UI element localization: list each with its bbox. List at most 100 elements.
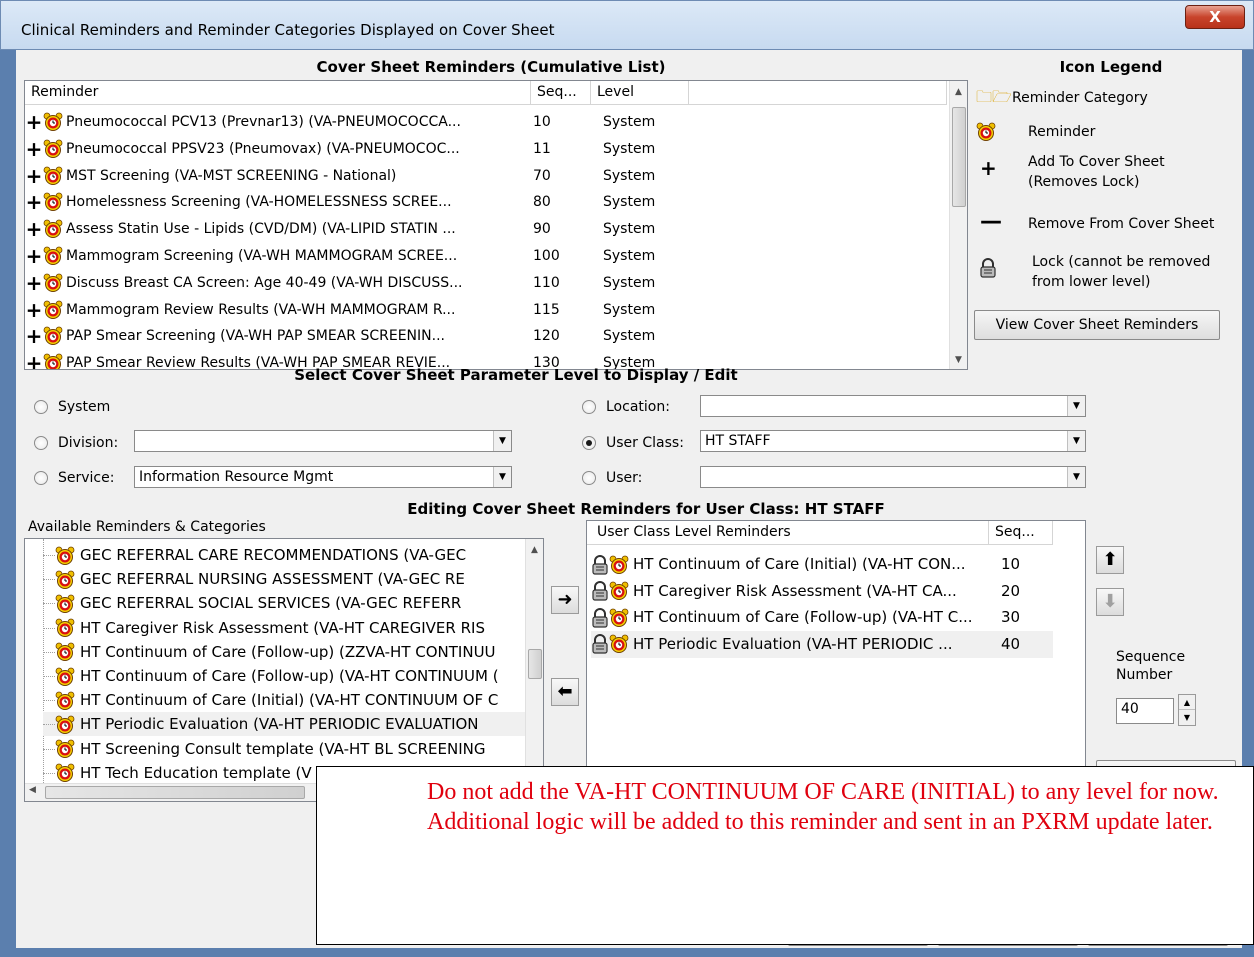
available-tree[interactable]: GEC REFERRAL CARE RECOMMENDATIONS (VA-GE… [24,538,544,802]
available-item-label: HT Continuum of Care (Follow-up) (ZZVA-H… [80,642,496,661]
alarm-clock-icon [43,139,63,159]
table-row[interactable]: + Pneumococcal PPSV23 (Pneumovax) (VA-PNE… [25,136,945,163]
arrow-down-icon[interactable]: ⬇ [1096,588,1124,616]
tree-connector [43,627,55,629]
lock-icon [591,634,609,654]
alarm-clock-icon [55,691,75,711]
label-user-class: User Class: [606,435,684,451]
tree-item[interactable]: GEC REFERRAL SOCIAL SERVICES (VA-GEC REF… [43,591,525,615]
tree-item[interactable]: HT Continuum of Care (Follow-up) (ZZVA-H… [43,640,525,664]
user-class-row[interactable]: HT Periodic Evaluation (VA-HT PERIODIC .… [591,630,1053,658]
tree-item[interactable]: GEC REFERRAL CARE RECOMMENDATIONS (VA-GE… [43,543,525,567]
tree-item[interactable]: GEC REFERRAL NURSING ASSESSMENT (VA-GEC … [43,567,525,591]
tree-connector [43,700,55,702]
reminder-seq: 115 [533,301,560,318]
tree-item[interactable]: HT Continuum of Care (Initial) (VA-HT CO… [43,688,525,712]
scroll-thumb[interactable] [952,107,966,207]
alarm-clock-icon [55,570,75,590]
table-row[interactable]: + Assess Statin Use - Lipids (CVD/DM) (VA… [25,216,945,243]
available-item-label: GEC REFERRAL SOCIAL SERVICES (VA-GEC REF… [80,594,462,613]
table-row[interactable]: + Homelessness Screening (VA-HOMELESSNESS… [25,189,945,216]
user-combo[interactable]: ▼ [700,466,1086,488]
tree-item[interactable]: HT Screening Consult template (VA-HT BL … [43,737,525,761]
scroll-thumb[interactable] [528,649,542,679]
cumulative-scrollbar[interactable]: ▲ ▼ [949,81,967,369]
reminder-name: Assess Statin Use - Lipids (CVD/DM) (VA-… [66,221,456,238]
plus-icon: + [25,110,43,134]
reminder-name: Mammogram Screening (VA-WH MAMMOGRAM SCR… [66,248,458,264]
alarm-clock-icon [55,763,75,783]
alarm-clock-icon [609,555,629,575]
plus-icon: + [25,163,43,188]
division-combo[interactable]: ▼ [134,430,512,452]
column-header-uc-seq[interactable]: Seq... [989,521,1053,545]
scroll-up-icon[interactable]: ▲ [950,83,967,101]
column-header-seq[interactable]: Seq... [531,81,591,105]
column-header-uc-name[interactable]: User Class Level Reminders [587,521,989,545]
table-row[interactable]: + Mammogram Review Results (VA-WH MAMMOGR… [25,297,945,324]
reminder-seq: 80 [533,194,551,211]
tree-item[interactable]: HT Continuum of Care (Follow-up) (VA-HT … [43,664,525,688]
reminder-name: Pneumococcal PPSV23 (Pneumovax) (VA-PNEU… [66,140,460,157]
scroll-left-icon[interactable]: ◀ [29,785,36,795]
view-cover-sheet-reminders-button[interactable]: View Cover Sheet Reminders [974,310,1220,340]
arrow-up-icon[interactable]: ⬆ [1096,546,1124,574]
user-class-row[interactable]: HT Continuum of Care (Initial) (VA-HT CO… [591,551,1053,578]
dialog-window: Clinical Reminders and Reminder Categori… [0,0,1254,957]
user-class-row[interactable]: HT Continuum of Care (Follow-up) (VA-HT … [591,604,1053,631]
scroll-up-icon[interactable]: ▲ [526,541,543,559]
alarm-clock-icon [55,739,75,759]
uc-reminder-seq: 20 [1001,581,1021,600]
radio-division[interactable] [34,436,48,450]
tree-connector [43,724,55,726]
table-row[interactable]: + Pneumococcal PCV13 (Prevnar13) (VA-PNEU… [25,109,945,136]
location-combo[interactable]: ▼ [700,395,1086,417]
alarm-clock-icon [43,112,63,132]
label-service: Service: [58,470,115,486]
reminder-level: System [603,114,656,130]
cumulative-title: Cover Sheet Reminders (Cumulative List) [316,58,666,76]
radio-system[interactable] [34,400,48,414]
radio-location[interactable] [582,400,596,414]
table-row[interactable]: + MST Screening (VA-MST SCREENING - Natio… [25,163,945,190]
chevron-down-icon[interactable]: ▼ [1067,396,1085,416]
user-class-row[interactable]: HT Caregiver Risk Assessment (VA-HT CA..… [591,578,1053,605]
available-item-label: HT Continuum of Care (Follow-up) (VA-HT … [80,667,499,685]
lock-icon [591,581,609,601]
table-row[interactable]: + Discuss Breast CA Screen: Age 40-49 (VA… [25,270,945,297]
alarm-clock-icon [43,192,63,212]
arrow-right-icon[interactable]: ➜ [551,586,579,614]
sequence-spinner[interactable]: ▲ ▼ [1178,694,1196,726]
available-scrollbar[interactable]: ▲ [525,539,543,783]
cumulative-list[interactable]: Reminder Seq... Level + Pneumococcal PCV1… [24,80,968,370]
close-button[interactable]: X [1185,5,1245,29]
radio-user[interactable] [582,471,596,485]
user-class-combo[interactable]: HT STAFF ▼ [700,430,1086,452]
sequence-number-field[interactable]: 40 [1116,698,1174,724]
reminder-level: System [603,328,656,345]
table-row[interactable]: + Mammogram Screening (VA-WH MAMMOGRAM SC… [25,243,945,270]
chevron-down-icon[interactable]: ▼ [493,431,511,451]
radio-service[interactable] [34,471,48,485]
tree-item[interactable]: HT Periodic Evaluation (VA-HT PERIODIC E… [43,712,525,737]
spin-down-icon[interactable]: ▼ [1179,710,1195,725]
tree-connector [43,579,55,581]
window-title: Clinical Reminders and Reminder Categori… [21,21,555,39]
plus-icon: + [25,217,43,242]
chevron-down-icon[interactable]: ▼ [1067,431,1085,451]
chevron-down-icon[interactable]: ▼ [493,467,511,487]
tree-item[interactable]: HT Caregiver Risk Assessment (VA-HT CARE… [43,616,525,640]
plus-icon: + [25,190,43,215]
lock-icon [591,608,609,628]
column-header-reminder[interactable]: Reminder [25,81,531,105]
service-combo[interactable]: Information Resource Mgmt ▼ [134,466,512,488]
table-row[interactable]: + PAP Smear Screening (VA-WH PAP SMEAR SC… [25,323,945,350]
chevron-down-icon[interactable]: ▼ [1067,467,1085,487]
hscroll-thumb[interactable] [45,786,305,799]
spin-up-icon[interactable]: ▲ [1179,695,1195,710]
arrow-left-icon[interactable]: ⬅ [551,678,579,706]
uc-reminder-seq: 30 [1001,608,1021,626]
column-header-level[interactable]: Level [591,81,689,105]
alarm-clock-icon [609,608,629,628]
radio-user-class[interactable] [582,436,596,450]
